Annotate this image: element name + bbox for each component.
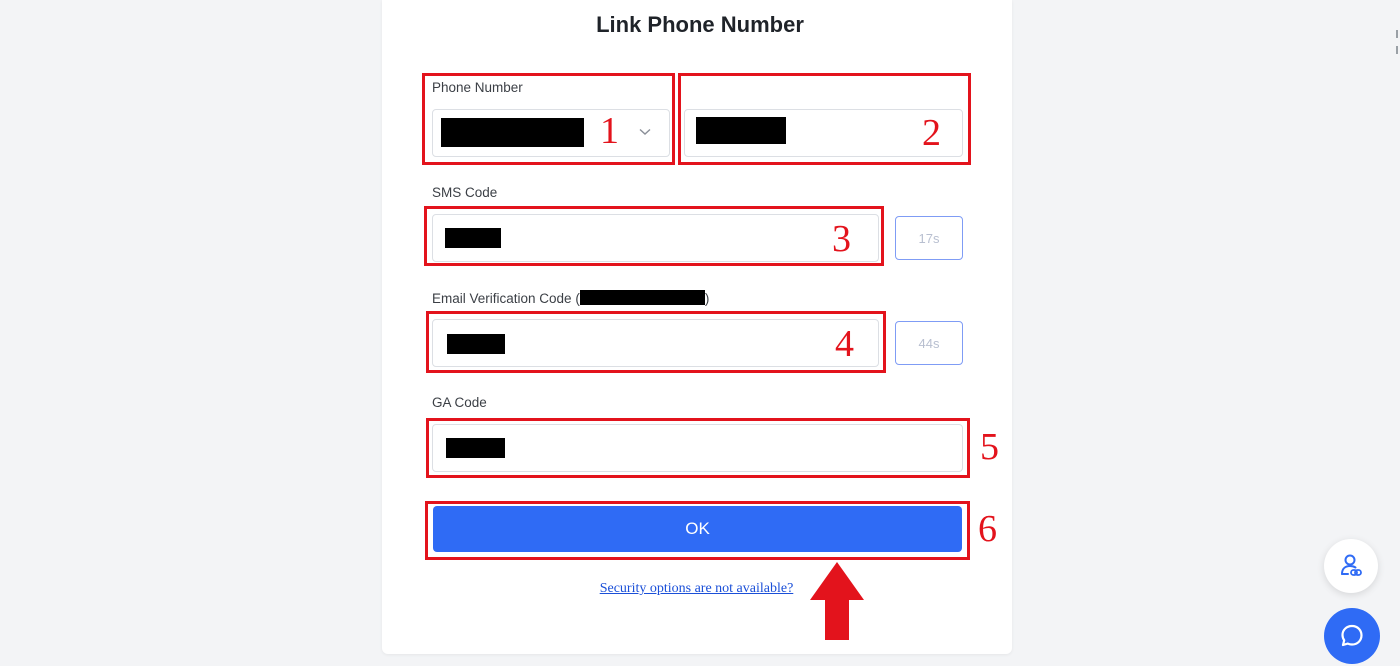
redacted-sms-code — [445, 228, 501, 248]
user-link-icon — [1341, 554, 1362, 576]
chat-button[interactable] — [1324, 608, 1380, 664]
scrollbar-dot — [1396, 30, 1398, 38]
annotation-number-3: 3 — [832, 218, 851, 260]
annotation-arrow-up-icon — [810, 562, 864, 640]
country-code-select[interactable] — [432, 109, 670, 157]
email-label-paren-close: ) — [704, 291, 710, 306]
security-options-link[interactable]: Security options are not available? — [0, 581, 1393, 597]
sms-code-label: SMS Code — [432, 185, 498, 200]
scrollbar-dot — [1396, 46, 1398, 54]
annotation-number-5: 5 — [980, 426, 999, 468]
email-code-input[interactable] — [432, 319, 879, 367]
ga-code-label: GA Code — [432, 395, 487, 410]
redacted-country-code — [441, 118, 584, 147]
scrollbar[interactable] — [1394, 20, 1400, 80]
redacted-ga-code — [446, 438, 505, 458]
email-code-label: Email Verification Code () — [432, 290, 709, 306]
email-resend-button[interactable]: 44s — [895, 321, 963, 365]
annotation-number-1: 1 — [600, 110, 619, 152]
chat-bubble-icon — [1341, 624, 1363, 647]
annotation-number-4: 4 — [835, 323, 854, 365]
ok-button[interactable]: OK — [433, 506, 962, 552]
annotation-number-2: 2 — [922, 112, 941, 154]
redacted-phone-number — [696, 117, 786, 144]
redacted-email — [579, 290, 705, 305]
chevron-down-icon — [635, 122, 655, 142]
account-link-button[interactable] — [1324, 539, 1378, 593]
email-code-label-text: Email Verification Code — [432, 291, 572, 306]
page-title: Link Phone Number — [596, 12, 804, 37]
sms-resend-button[interactable]: 17s — [895, 216, 963, 260]
sms-code-input[interactable] — [432, 214, 879, 262]
annotation-number-6: 6 — [978, 508, 997, 550]
redacted-email-code — [447, 334, 505, 354]
phone-number-label: Phone Number — [432, 80, 523, 95]
ga-code-input[interactable] — [432, 424, 963, 472]
